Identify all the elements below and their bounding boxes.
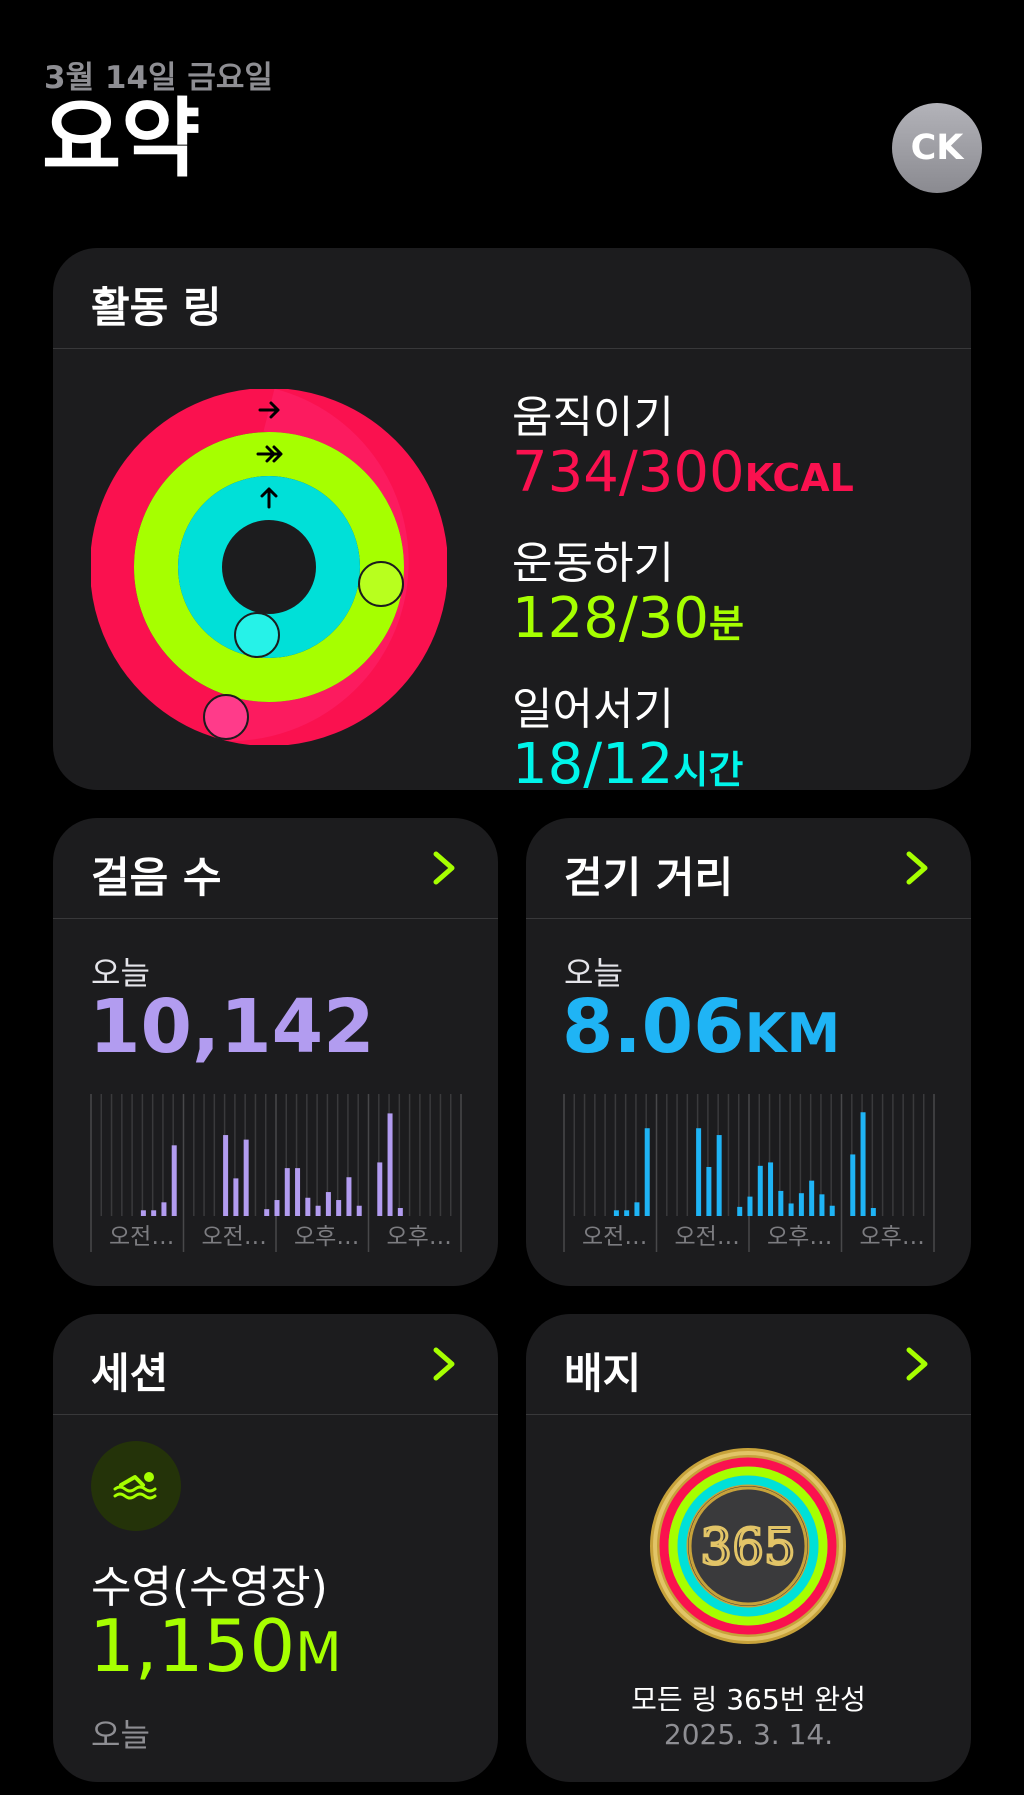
hourly-bar (706, 1166, 712, 1216)
badge-365-icon: 365 (650, 1448, 846, 1644)
hourly-bar (809, 1180, 815, 1216)
chevron-right-icon[interactable] (897, 848, 937, 888)
hourly-bar (860, 1112, 866, 1216)
session-value: 1,150 (89, 1604, 296, 1688)
stand-label: 일어서기 (512, 684, 674, 735)
session-unit: M (295, 1621, 342, 1684)
hourly-bar (356, 1205, 362, 1216)
hourly-bar (819, 1194, 825, 1216)
hourly-bar (377, 1162, 383, 1216)
steps-card[interactable]: 걸음 수 오늘 10,142 오전… 오전… 오후… 오후… (53, 818, 498, 1286)
hourly-bar (716, 1135, 722, 1216)
exercise-value-row: 128/30분 (512, 591, 854, 647)
card-title: 배지 (564, 1349, 642, 1398)
axis-tick-label: 오전… (675, 1224, 740, 1250)
hourly-bar (644, 1128, 650, 1216)
hourly-bar (264, 1209, 270, 1216)
badge-text: 365 (700, 1518, 795, 1576)
move-value-row: 734/300KCAL (512, 445, 854, 501)
axis-tick-label: 오후… (767, 1224, 832, 1250)
page-title: 요약 (42, 89, 201, 189)
pool-swim-icon (91, 1441, 181, 1531)
chevron-right-icon[interactable] (424, 1344, 464, 1384)
hourly-bar (243, 1139, 249, 1216)
hourly-bar (161, 1202, 167, 1216)
ring-stats: 움직이기 734/300KCAL 운동하기 128/30분 일어서기 18/12… (512, 381, 854, 790)
hourly-bar (768, 1162, 774, 1216)
axis-tick-label: 오후… (387, 1224, 452, 1250)
chevron-right-icon[interactable] (897, 1344, 937, 1384)
stand-unit: 시간 (673, 748, 744, 790)
exercise-label: 운동하기 (512, 538, 674, 589)
badge-name: 모든 링 365번 완성 (631, 1683, 866, 1716)
hourly-bar (274, 1200, 280, 1216)
hourly-bar (233, 1178, 239, 1216)
stand-value: 18/12 (512, 732, 674, 791)
hourly-bar (870, 1208, 876, 1216)
hourly-bar (295, 1168, 301, 1216)
walking-distance-card[interactable]: 걷기 거리 오늘 8.06KM 오전… 오전… 오후… 오후… (526, 818, 971, 1286)
hourly-bar (788, 1203, 794, 1216)
hourly-bar (140, 1210, 146, 1216)
distance-unit: KM (744, 1002, 841, 1065)
move-value: 734/300 (512, 440, 745, 505)
hourly-bar (151, 1210, 157, 1216)
hourly-bar (778, 1190, 784, 1216)
hourly-bar (798, 1193, 804, 1216)
axis-tick-label: 오전… (202, 1224, 267, 1250)
hourly-bar (747, 1196, 753, 1216)
hourly-bar (305, 1197, 311, 1216)
badge-date: 2025. 3. 14. (663, 1718, 834, 1751)
hourly-bar (829, 1205, 835, 1216)
session-time-label: 오늘 (91, 1716, 150, 1754)
steps-hourly-chart: 오전… 오전… 오후… 오후… (90, 1094, 462, 1252)
hourly-bar (757, 1165, 763, 1216)
card-header: 걸음 수 (53, 818, 498, 919)
distance-value-row: 8.06KM (562, 990, 840, 1064)
card-header: 배지 (526, 1314, 971, 1415)
card-title: 걸음 수 (91, 853, 222, 902)
stand-value-row: 18/12시간 (512, 737, 854, 791)
hourly-bar (624, 1210, 630, 1216)
hourly-bar (387, 1113, 393, 1216)
card-header: 세션 (53, 1314, 498, 1415)
badges-card[interactable]: 배지 365 모든 링 365번 완성 2025. 3. 14. (526, 1314, 971, 1782)
hourly-bar (346, 1177, 352, 1216)
card-header: 걷기 거리 (526, 818, 971, 919)
hourly-bar (613, 1210, 619, 1216)
hourly-bar (850, 1154, 856, 1216)
activity-rings (91, 389, 447, 745)
hourly-bar (397, 1208, 403, 1216)
distance-hourly-chart: 오전… 오전… 오후… 오후… (563, 1094, 935, 1252)
hourly-bar (325, 1192, 331, 1216)
card-title: 활동 링 (91, 283, 222, 332)
exercise-value: 128/30 (512, 586, 710, 651)
hourly-bar (171, 1145, 177, 1216)
card-header: 활동 링 (53, 248, 971, 349)
hourly-bar (696, 1128, 702, 1216)
hourly-bar (223, 1135, 229, 1216)
hourly-bar (737, 1206, 743, 1216)
chevron-right-icon[interactable] (424, 848, 464, 888)
steps-value: 10,142 (89, 984, 375, 1070)
card-title: 세션 (91, 1349, 169, 1398)
axis-tick-label: 오전… (109, 1224, 174, 1250)
move-unit: KCAL (744, 456, 854, 500)
profile-avatar[interactable]: CK (892, 103, 982, 193)
move-label: 움직이기 (512, 392, 674, 443)
activity-rings-card[interactable]: 활동 링 움직이기 734/300KCAL 운동하기 128/30분 일어서기 … (53, 248, 971, 790)
exercise-unit: 분 (709, 602, 744, 646)
session-value-row: 1,150M (89, 1610, 342, 1682)
axis-tick-label: 오전… (582, 1224, 647, 1250)
axis-tick-label: 오후… (860, 1224, 925, 1250)
hourly-bar (284, 1168, 290, 1216)
hourly-bar (336, 1200, 342, 1216)
hourly-bar (315, 1205, 321, 1216)
hourly-bar (634, 1202, 640, 1216)
card-title: 걷기 거리 (564, 853, 734, 902)
axis-tick-label: 오후… (294, 1224, 359, 1250)
stand-ring (178, 476, 360, 658)
distance-value: 8.06 (562, 984, 745, 1070)
sessions-card[interactable]: 세션 수영(수영장) 1,150M 오늘 (53, 1314, 498, 1782)
